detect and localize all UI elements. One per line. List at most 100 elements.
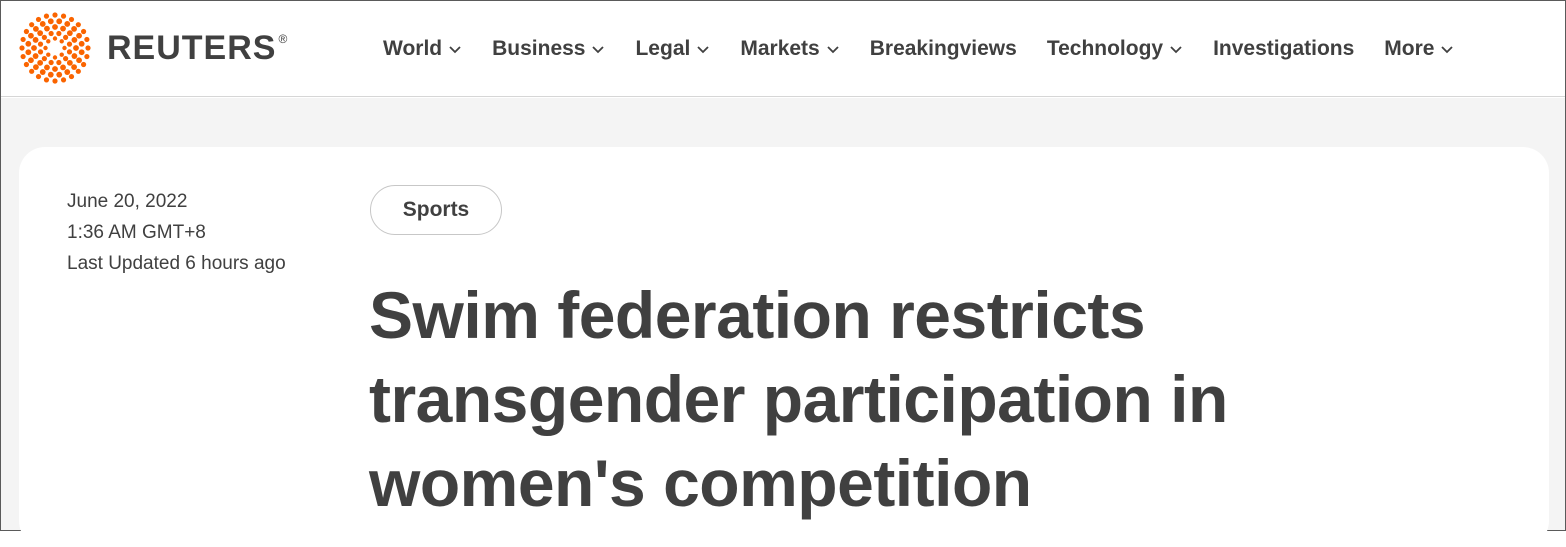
- nav-item-label: Breakingviews: [869, 37, 1017, 60]
- nav-item-markets[interactable]: Markets: [740, 37, 839, 61]
- logo-dot: [80, 28, 87, 35]
- logo-dot: [71, 53, 78, 59]
- logo-dot: [63, 56, 69, 62]
- logo-dot: [52, 66, 58, 72]
- nav-item-technology[interactable]: Technology: [1047, 37, 1183, 61]
- logo-dot: [35, 73, 42, 80]
- logo-dot: [66, 49, 73, 55]
- nav-item-world[interactable]: World: [383, 37, 462, 61]
- nav-item-breakingviews[interactable]: Breakingviews: [870, 37, 1017, 61]
- logo-dot: [37, 30, 44, 37]
- nav-item-investigations[interactable]: Investigations: [1213, 37, 1354, 61]
- nav-item-label: Markets: [740, 37, 820, 60]
- logo-dot: [59, 39, 64, 44]
- logo-dot: [19, 45, 25, 51]
- logo-dot: [52, 78, 58, 84]
- logo-dot: [52, 36, 58, 41]
- logo-dot: [37, 41, 44, 47]
- logo-dot: [71, 26, 77, 32]
- logo-dot: [39, 21, 46, 27]
- site-header: REUTERS ® World Business Legal Markets Br…: [1, 1, 1565, 97]
- logo-dot: [47, 71, 54, 78]
- logo-dot: [60, 13, 67, 19]
- logo-dot: [23, 28, 30, 35]
- nav-item-business[interactable]: Business: [492, 37, 605, 61]
- logo-dot: [48, 30, 54, 37]
- logo-dot: [78, 40, 85, 47]
- logo-dot: [25, 40, 32, 47]
- chevron-down-icon: [449, 46, 461, 54]
- logo-dot: [84, 53, 90, 60]
- logo-dot: [63, 34, 69, 40]
- logo-dot: [80, 61, 87, 68]
- logo-dot: [43, 77, 50, 83]
- logo-dot: [56, 71, 63, 78]
- chevron-down-icon: [592, 46, 605, 54]
- logo-dot: [71, 64, 77, 70]
- logo-dot: [28, 32, 34, 39]
- reuters-logo[interactable]: REUTERS ®: [19, 12, 289, 84]
- logo-dot: [66, 30, 73, 37]
- section-tag-sports[interactable]: Sports: [370, 185, 502, 235]
- logo-dot: [20, 36, 26, 43]
- logo-dot: [33, 26, 39, 32]
- logo-dot: [59, 52, 64, 57]
- logo-dot: [62, 45, 67, 51]
- chevron-down-icon: [697, 46, 709, 54]
- logo-dot: [66, 41, 73, 47]
- nav-item-label: Technology: [1046, 37, 1164, 60]
- logo-dot: [60, 64, 66, 71]
- reuters-dot-sphere-icon: [19, 12, 91, 84]
- logo-dot: [47, 18, 54, 25]
- logo-dot: [20, 53, 26, 60]
- logo-dot: [44, 25, 50, 32]
- logo-dot: [46, 39, 51, 44]
- logo-dot: [29, 68, 35, 74]
- logo-dot: [56, 30, 62, 37]
- nav-item-legal[interactable]: Legal: [635, 37, 710, 61]
- logo-dot: [28, 57, 34, 64]
- logo-dot: [84, 36, 90, 43]
- publish-time: 1:36 AM GMT+8: [67, 222, 206, 243]
- logo-dot: [64, 21, 71, 27]
- logo-dot: [33, 64, 39, 70]
- logo-dot: [68, 16, 75, 23]
- logo-dot: [32, 37, 39, 43]
- logo-dot: [60, 25, 66, 32]
- brand-wordmark: REUTERS ®: [107, 28, 289, 67]
- logo-dot: [43, 13, 50, 19]
- last-updated: Last Updated 6 hours ago: [67, 253, 286, 274]
- nav-item-label: Investigations: [1213, 37, 1355, 60]
- logo-dot: [41, 34, 47, 40]
- logo-dot: [64, 69, 71, 75]
- logo-dot: [56, 59, 62, 66]
- logo-dot: [75, 68, 81, 74]
- logo-dot: [68, 73, 75, 80]
- logo-dot: [71, 37, 78, 43]
- nav-item-more[interactable]: More: [1384, 37, 1454, 61]
- nav-item-label: Business: [492, 37, 586, 60]
- logo-dot: [56, 18, 63, 25]
- main-nav: World Business Legal Markets Breakingvie…: [383, 31, 1484, 67]
- logo-dot: [52, 55, 58, 60]
- logo-dot: [23, 61, 30, 68]
- logo-dot: [25, 49, 32, 56]
- logo-dot: [52, 12, 58, 18]
- nav-item-label: World: [383, 37, 443, 60]
- logo-dot: [29, 22, 35, 28]
- chevron-down-icon: [1170, 46, 1182, 54]
- logo-dot: [43, 45, 48, 51]
- logo-dot: [41, 56, 47, 62]
- logo-dot: [85, 45, 91, 51]
- article-meta: June 20, 2022 1:36 AM GMT+8 Last Updated…: [67, 186, 286, 279]
- logo-dot: [39, 69, 46, 75]
- logo-dot: [76, 57, 82, 64]
- article-headline: Swim federation restricts transgender pa…: [369, 278, 1228, 520]
- registered-mark: ®: [278, 31, 289, 46]
- logo-dot: [78, 49, 85, 56]
- logo-dot: [37, 59, 44, 66]
- logo-dot: [46, 52, 51, 57]
- logo-dot: [66, 59, 73, 66]
- logo-dot: [35, 16, 42, 23]
- logo-dot: [60, 77, 67, 83]
